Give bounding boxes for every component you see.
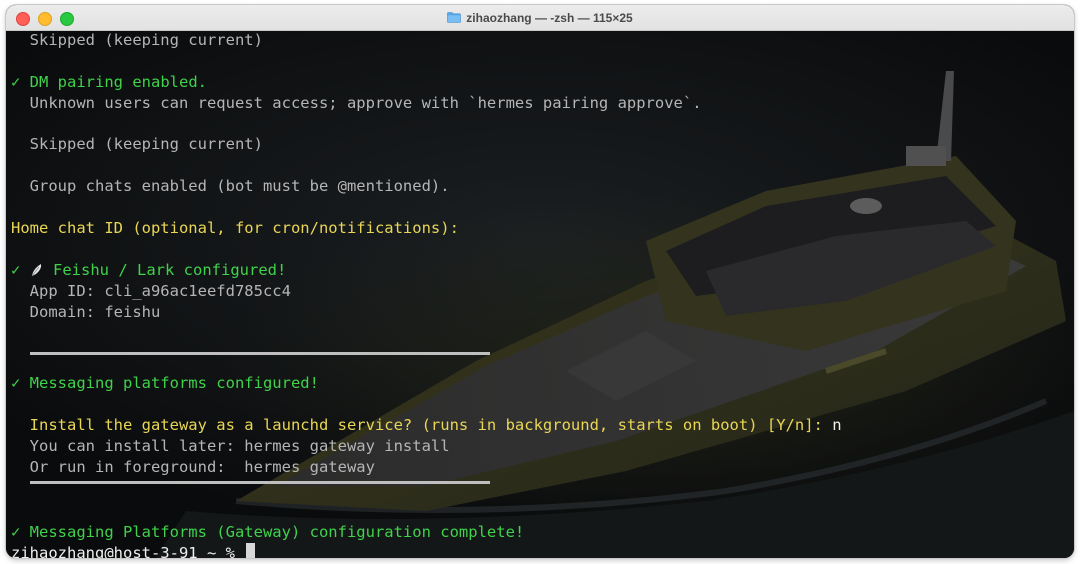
terminal-line-text: DM pairing enabled. (20, 72, 207, 91)
check-mark: ✓ (11, 260, 21, 279)
terminal-output: Skipped (keeping current) ✓ DM pairing en… (11, 31, 1071, 558)
separator-rule (11, 352, 1071, 373)
terminal-window: zihaozhang — -zsh — 115×25 Skipped (keep… (6, 5, 1074, 558)
terminal-line: Unknown users can request access; approv… (11, 93, 1071, 114)
terminal-line-text: Group chats enabled (bot must be @mentio… (11, 177, 450, 196)
install-prompt-line: Install the gateway as a launchd service… (11, 415, 1071, 436)
complete-line: ✓ Messaging Platforms (Gateway) configur… (11, 523, 525, 542)
window-title-group: zihaozhang — -zsh — 115×25 (447, 10, 633, 25)
rule-line (30, 480, 490, 484)
terminal-line-text: Feishu / Lark configured! (43, 260, 287, 279)
separator-rule (11, 480, 1071, 502)
minimize-button[interactable] (38, 12, 52, 26)
install-later-line: You can install later: hermes gateway in… (11, 436, 450, 455)
terminal-line: Home chat ID (optional, for cron/notific… (11, 218, 1071, 239)
install-answer: n (832, 416, 842, 435)
terminal-line: Skipped (keeping current) (11, 31, 1071, 51)
feather-icon (31, 263, 41, 277)
terminal-line: ✓ Feishu / Lark configured! (11, 260, 1071, 281)
terminal-line: Skipped (keeping current) (11, 134, 1071, 155)
close-button[interactable] (16, 12, 30, 26)
terminal-line-text: Skipped (keeping current) (11, 135, 263, 154)
terminal-line-text: Skipped (keeping current) (11, 31, 263, 49)
terminal-line-text: Domain: feishu (11, 302, 161, 321)
terminal-line-text: Home chat ID (optional, for cron/notific… (11, 219, 459, 238)
shell-prompt: zihaozhang@host-3-91 ~ % (11, 544, 245, 558)
rule-line (30, 352, 490, 356)
title-bar[interactable]: zihaozhang — -zsh — 115×25 (6, 5, 1074, 31)
folder-icon (447, 12, 462, 23)
cursor-block[interactable] (246, 543, 256, 558)
maximize-button[interactable] (60, 12, 74, 26)
terminal-line: Domain: feishu (11, 302, 1071, 323)
check-mark: ✓ (11, 72, 21, 91)
window-title: zihaozhang — -zsh — 115×25 (466, 10, 633, 25)
shell-prompt-line: zihaozhang@host-3-91 ~ % (11, 543, 1071, 558)
terminal-content[interactable]: Skipped (keeping current) ✓ DM pairing en… (6, 31, 1074, 558)
terminal-line: ✓ DM pairing enabled. (11, 72, 1071, 93)
terminal-line-text: App ID: cli_a96ac1eefd785cc4 (11, 281, 291, 300)
messaging-configured-line: ✓ Messaging platforms configured! (11, 374, 319, 393)
window-controls (16, 12, 74, 26)
terminal-line: Group chats enabled (bot must be @mentio… (11, 176, 1071, 197)
install-prompt-text: Install the gateway as a launchd service… (11, 416, 833, 435)
terminal-line-text: Unknown users can request access; approv… (11, 93, 702, 112)
run-foreground-line: Or run in foreground: hermes gateway (11, 457, 375, 476)
terminal-line: App ID: cli_a96ac1eefd785cc4 (11, 281, 1071, 302)
